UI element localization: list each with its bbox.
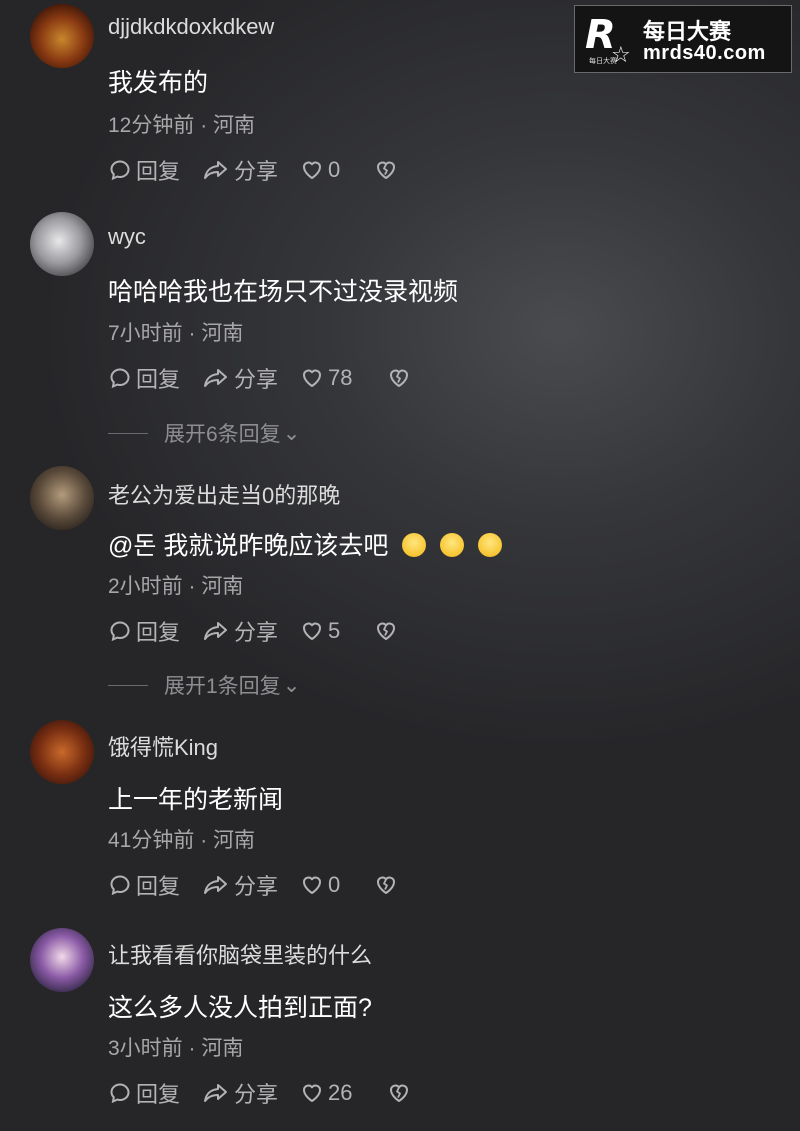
chevron-down-icon: ⌄ [282, 673, 301, 697]
dislike-button[interactable] [387, 366, 415, 390]
reply-label: 回复 [136, 874, 181, 899]
share-button[interactable]: 分享 [202, 1077, 278, 1109]
share-label: 分享 [234, 874, 279, 899]
dislike-button[interactable] [374, 873, 402, 897]
like-count: 26 [328, 1080, 353, 1105]
dislike-button[interactable] [387, 1081, 415, 1105]
heart-icon [303, 1084, 322, 1102]
expand-replies-button[interactable]: 展开1条回复 ⌄ [108, 670, 300, 700]
comment-bubble-icon [110, 621, 130, 642]
share-button[interactable]: 分享 [202, 869, 278, 901]
comment-actions: 回复 分享 0 [108, 871, 424, 899]
share-label: 分享 [234, 159, 279, 184]
smile-emoji-icon [478, 533, 503, 558]
comment-text: 哈哈哈我也在场只不过没录视频 [108, 278, 459, 306]
comment-username[interactable]: 老公为爱出走当0的那晚 [108, 478, 340, 510]
dislike-button[interactable] [374, 619, 402, 643]
reply-label: 回复 [136, 620, 181, 645]
comment-text: @돈 我就说昨晚应该去吧 [108, 526, 503, 562]
comment-text: 这么多人没人拍到正面? [108, 994, 372, 1022]
reply-label: 回复 [136, 1082, 181, 1107]
share-button[interactable]: 分享 [202, 362, 278, 394]
share-arrow-icon [204, 161, 228, 179]
comment-text: 上一年的老新闻 [108, 786, 284, 814]
comment-username[interactable]: djjdkdkdoxkdkew [108, 14, 274, 40]
comment-bubble-icon [110, 160, 130, 181]
avatar[interactable] [30, 928, 94, 992]
like-count: 5 [328, 618, 341, 643]
heart-icon [303, 876, 322, 894]
like-button[interactable]: 78 [300, 365, 353, 391]
like-button[interactable]: 0 [300, 157, 340, 183]
comment-actions: 回复 分享 5 [108, 617, 424, 645]
smile-emoji-icon [402, 533, 427, 558]
comment-actions: 回复 分享 78 [108, 364, 437, 392]
comment-meta: 12分钟前 · 河南 [108, 114, 256, 137]
share-arrow-icon [204, 876, 228, 894]
smile-emoji-icon [440, 533, 465, 558]
reply-label: 回复 [136, 159, 181, 184]
avatar[interactable] [30, 466, 94, 530]
share-button[interactable]: 分享 [202, 615, 278, 647]
chevron-down-icon: ⌄ [282, 421, 301, 445]
avatar[interactable] [30, 720, 94, 784]
broken-heart-icon [389, 369, 408, 387]
broken-heart-icon [389, 1084, 408, 1102]
heart-icon [303, 161, 322, 179]
reply-button[interactable]: 回复 [108, 869, 180, 901]
comment-username[interactable]: 让我看看你脑袋里装的什么 [108, 938, 372, 970]
like-count: 0 [328, 157, 341, 182]
watermark-logo-caption: 每日大赛 [589, 58, 617, 65]
share-button[interactable]: 分享 [202, 154, 278, 186]
share-arrow-icon [204, 622, 228, 640]
share-arrow-icon [204, 1084, 228, 1102]
divider [108, 432, 148, 434]
like-count: 0 [328, 872, 341, 897]
broken-heart-icon [377, 161, 396, 179]
comment-meta: 7小时前 · 河南 [108, 322, 244, 345]
comment-bubble-icon [110, 1083, 130, 1104]
broken-heart-icon [377, 622, 396, 640]
expand-replies-label: 展开6条回复 [164, 423, 281, 446]
expand-replies-label: 展开1条回复 [164, 675, 281, 698]
avatar[interactable] [30, 212, 94, 276]
expand-replies-button[interactable]: 展开6条回复 ⌄ [108, 418, 300, 448]
comment-actions: 回复 分享 0 [108, 156, 424, 184]
comment-text: 我发布的 [108, 69, 209, 97]
broken-heart-icon [377, 876, 396, 894]
avatar[interactable] [30, 4, 94, 68]
share-arrow-icon [204, 369, 228, 387]
reply-button[interactable]: 回复 [108, 362, 180, 394]
heart-icon [303, 369, 322, 387]
watermark-url: mrds40.com [643, 42, 766, 64]
reply-button[interactable]: 回复 [108, 615, 180, 647]
divider [108, 684, 148, 686]
heart-icon [303, 622, 322, 640]
share-label: 分享 [234, 620, 279, 645]
share-label: 分享 [234, 1082, 279, 1107]
like-count: 78 [328, 365, 353, 390]
reply-button[interactable]: 回复 [108, 1077, 180, 1109]
comment-text-body: @돈 我就说昨晚应该去吧 [108, 532, 389, 560]
comment-username[interactable]: 饿得慌King [108, 730, 218, 762]
reply-label: 回复 [136, 367, 181, 392]
like-button[interactable]: 26 [300, 1080, 353, 1106]
comment-meta: 41分钟前 · 河南 [108, 829, 256, 852]
comment-actions: 回复 分享 26 [108, 1079, 437, 1107]
dislike-button[interactable] [374, 158, 402, 182]
share-label: 分享 [234, 367, 279, 392]
comment-username[interactable]: wyc [108, 224, 146, 250]
watermark-badge: R ☆ 每日大赛 每日大赛 mrds40.com [574, 5, 792, 73]
like-button[interactable]: 0 [300, 872, 340, 898]
comment-meta: 3小时前 · 河南 [108, 1037, 244, 1060]
comment-bubble-icon [110, 368, 130, 389]
comment-bubble-icon [110, 875, 130, 896]
reply-button[interactable]: 回复 [108, 154, 180, 186]
like-button[interactable]: 5 [300, 618, 340, 644]
comment-meta: 2小时前 · 河南 [108, 575, 244, 598]
